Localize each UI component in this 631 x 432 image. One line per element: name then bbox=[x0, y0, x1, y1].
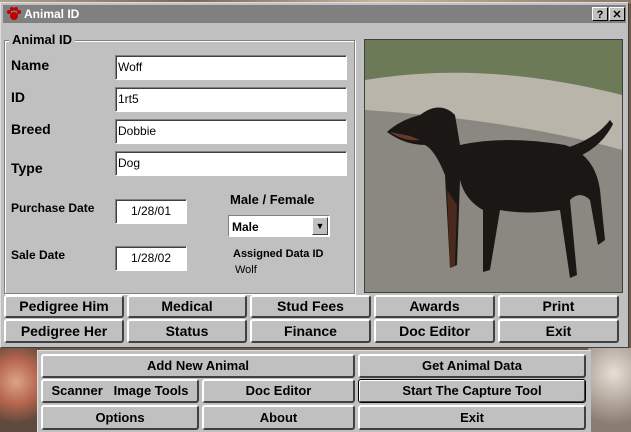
background-left bbox=[0, 348, 40, 432]
finance-label: Finance bbox=[284, 323, 337, 339]
paw-icon bbox=[7, 7, 21, 20]
get-animal-data-label: Get Animal Data bbox=[422, 358, 522, 373]
purchase-date-label: Purchase Date bbox=[11, 201, 95, 215]
sex-select[interactable]: Male ▼ bbox=[228, 215, 330, 237]
print-button[interactable]: Print bbox=[498, 295, 619, 318]
about-button[interactable]: About bbox=[202, 405, 355, 430]
medical-label: Medical bbox=[161, 298, 213, 314]
print-label: Print bbox=[542, 298, 575, 314]
purchase-date-field[interactable]: 1/28/01 bbox=[115, 199, 187, 224]
exit-label: Exit bbox=[545, 323, 572, 339]
status-button[interactable]: Status bbox=[127, 319, 247, 343]
chevron-down-icon[interactable]: ▼ bbox=[312, 217, 328, 235]
get-animal-data-button[interactable]: Get Animal Data bbox=[358, 354, 586, 378]
id-field[interactable]: 1rt5 bbox=[115, 87, 347, 112]
sale-date-field[interactable]: 1/28/02 bbox=[115, 246, 187, 271]
add-new-animal-label: Add New Animal bbox=[146, 358, 250, 373]
stud-fees-label: Stud Fees bbox=[277, 298, 344, 314]
menu-doc-editor-label: Doc Editor bbox=[245, 383, 312, 398]
pedigree-her-button[interactable]: Pedigree Her bbox=[4, 319, 124, 343]
scanner-image-tools-label: Scanner Image Tools bbox=[51, 383, 189, 398]
name-field[interactable]: Woff bbox=[115, 55, 347, 80]
start-capture-tool-label: Start The Capture Tool bbox=[402, 383, 542, 398]
background-right bbox=[588, 348, 631, 432]
sale-date-label: Sale Date bbox=[11, 248, 66, 262]
name-label: Name bbox=[11, 57, 50, 73]
about-label: About bbox=[259, 410, 298, 425]
breed-field[interactable]: Dobbie bbox=[115, 119, 347, 144]
doc-editor-button[interactable]: Doc Editor bbox=[374, 319, 495, 343]
exit-button[interactable]: Exit bbox=[498, 319, 619, 343]
pedigree-him-button[interactable]: Pedigree Him bbox=[4, 295, 124, 318]
menu-exit-button[interactable]: Exit bbox=[358, 405, 586, 430]
title-bar[interactable]: Animal ID ? ✕ bbox=[3, 5, 626, 23]
breed-label: Breed bbox=[11, 121, 51, 137]
window-title: Animal ID bbox=[24, 7, 80, 21]
type-field[interactable]: Dog bbox=[115, 151, 347, 176]
awards-label: Awards bbox=[409, 298, 460, 314]
sex-select-value: Male bbox=[232, 220, 259, 234]
stud-fees-button[interactable]: Stud Fees bbox=[250, 295, 371, 318]
scanner-image-tools-button[interactable]: Scanner Image Tools bbox=[41, 379, 199, 403]
options-button[interactable]: Options bbox=[41, 405, 199, 430]
awards-button[interactable]: Awards bbox=[374, 295, 495, 318]
start-capture-tool-button[interactable]: Start The Capture Tool bbox=[358, 379, 586, 403]
type-label: Type bbox=[11, 160, 43, 176]
doberman-image bbox=[365, 40, 622, 292]
group-label: Animal ID bbox=[9, 32, 75, 47]
finance-button[interactable]: Finance bbox=[250, 319, 371, 343]
animal-photo bbox=[364, 39, 623, 293]
close-button[interactable]: ✕ bbox=[609, 7, 625, 21]
id-label: ID bbox=[11, 89, 25, 105]
options-label: Options bbox=[95, 410, 145, 425]
medical-button[interactable]: Medical bbox=[127, 295, 247, 318]
pedigree-him-label: Pedigree Him bbox=[19, 298, 109, 314]
help-button[interactable]: ? bbox=[592, 7, 608, 21]
status-label: Status bbox=[165, 323, 209, 339]
menu-doc-editor-button[interactable]: Doc Editor bbox=[202, 379, 355, 403]
assigned-data-id-label: Assigned Data ID bbox=[233, 248, 324, 260]
add-new-animal-button[interactable]: Add New Animal bbox=[41, 354, 355, 378]
menu-exit-label: Exit bbox=[460, 410, 484, 425]
assigned-data-id-value: Wolf bbox=[235, 264, 257, 276]
sex-label: Male / Female bbox=[230, 192, 315, 207]
pedigree-her-label: Pedigree Her bbox=[20, 323, 108, 339]
doc-editor-label: Doc Editor bbox=[399, 323, 470, 339]
